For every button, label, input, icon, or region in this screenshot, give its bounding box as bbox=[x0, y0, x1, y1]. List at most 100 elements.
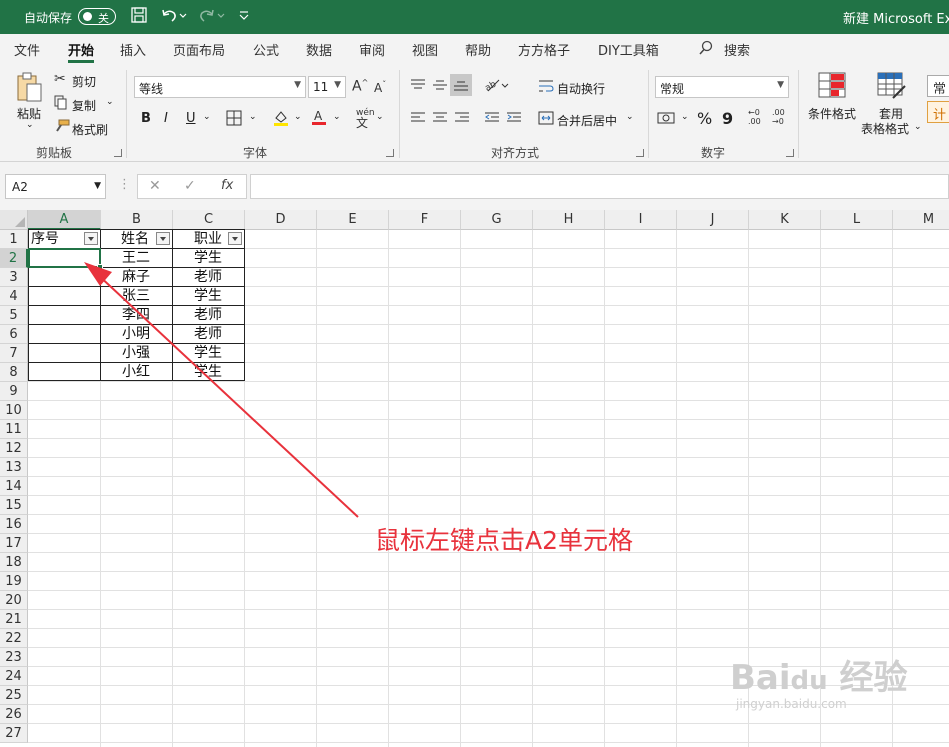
borders-icon[interactable] bbox=[226, 110, 242, 130]
format-painter-button[interactable]: 格式刷 bbox=[72, 121, 108, 138]
tab-formulas[interactable]: 公式 bbox=[253, 40, 279, 59]
worksheet-grid[interactable]: A B C D E F G H I J K L M 1 2 3 4 5 6 7 … bbox=[0, 210, 949, 747]
decrease-indent-icon[interactable] bbox=[484, 111, 500, 129]
increase-decimal-icon[interactable]: ←0.00 bbox=[748, 108, 761, 126]
name-box-value: A2 bbox=[12, 180, 28, 194]
enter-icon[interactable]: ✓ bbox=[184, 178, 196, 194]
format-as-table-icon[interactable] bbox=[877, 72, 907, 104]
align-left-icon[interactable] bbox=[410, 111, 426, 129]
phonetic-guide-icon[interactable]: wén 文 bbox=[356, 108, 375, 130]
cell-style-calculation[interactable]: 计 bbox=[927, 101, 949, 123]
format-as-table-label-2[interactable]: 表格格式 bbox=[861, 120, 909, 137]
tab-help[interactable]: 帮助 bbox=[465, 40, 491, 59]
conditional-format-icon[interactable] bbox=[818, 72, 846, 102]
decrease-font-icon[interactable]: Aˇ bbox=[374, 80, 386, 95]
currency-dropdown-icon[interactable]: ⌄ bbox=[681, 112, 689, 122]
cell-style-normal[interactable]: 常 bbox=[927, 75, 949, 97]
orientation-icon[interactable]: ab bbox=[483, 76, 510, 98]
autosave-toggle[interactable]: 关 bbox=[78, 8, 116, 25]
wrap-text-icon[interactable] bbox=[538, 78, 554, 98]
align-center-icon[interactable] bbox=[432, 111, 448, 129]
underline-button[interactable]: U bbox=[186, 111, 196, 126]
group-separator bbox=[126, 70, 127, 158]
tab-data[interactable]: 数据 bbox=[306, 40, 332, 59]
ribbon-tabs: 文件 开始 插入 页面布局 公式 数据 审阅 视图 帮助 方方格子 DIY工具箱… bbox=[0, 34, 949, 64]
insert-function-icon[interactable]: fx bbox=[221, 178, 233, 193]
number-group-label: 数字 bbox=[701, 146, 726, 160]
customize-quick-access-icon[interactable] bbox=[238, 6, 250, 28]
chevron-down-icon: ▼ bbox=[777, 80, 784, 90]
alignment-group-label: 对齐方式 bbox=[491, 146, 540, 160]
font-color-dropdown-icon[interactable]: ⌄ bbox=[333, 112, 341, 122]
bold-button[interactable]: B bbox=[141, 111, 151, 126]
format-as-table-dropdown-icon[interactable]: ⌄ bbox=[914, 122, 922, 132]
decrease-decimal-icon[interactable]: .00 →0 bbox=[772, 108, 785, 126]
undo-icon[interactable] bbox=[160, 6, 188, 28]
increase-font-icon[interactable]: A^ bbox=[352, 78, 368, 95]
search-label[interactable]: 搜索 bbox=[724, 40, 750, 59]
format-painter-icon[interactable] bbox=[54, 119, 70, 137]
redo-icon[interactable] bbox=[198, 6, 226, 28]
svg-text:A: A bbox=[314, 109, 323, 123]
tab-home[interactable]: 开始 bbox=[68, 40, 94, 59]
borders-dropdown-icon[interactable]: ⌄ bbox=[249, 112, 257, 122]
toggle-dot bbox=[83, 12, 92, 21]
align-top-icon[interactable] bbox=[410, 78, 426, 96]
paste-icon[interactable] bbox=[15, 72, 45, 108]
font-color-icon[interactable]: A bbox=[310, 108, 328, 130]
percent-button[interactable]: % bbox=[697, 109, 712, 128]
annotation-text: 鼠标左键点击A2单元格 bbox=[375, 526, 634, 555]
fill-color-icon[interactable] bbox=[272, 109, 290, 131]
drag-handle-icon[interactable]: ⋮ bbox=[118, 177, 131, 192]
tab-fangfang[interactable]: 方方格子 bbox=[518, 40, 570, 59]
formula-input[interactable] bbox=[250, 174, 949, 199]
cut-button[interactable]: 剪切 bbox=[72, 73, 96, 90]
save-icon[interactable] bbox=[130, 6, 148, 28]
cancel-icon[interactable]: ✕ bbox=[149, 178, 161, 194]
conditional-format-button[interactable]: 条件格式 bbox=[808, 105, 856, 122]
tab-page-layout[interactable]: 页面布局 bbox=[173, 40, 225, 59]
increase-indent-icon[interactable] bbox=[506, 111, 522, 129]
clipboard-dialog-launcher-icon[interactable] bbox=[114, 149, 122, 157]
paste-dropdown-icon[interactable]: ⌄ bbox=[26, 120, 34, 130]
tab-view[interactable]: 视图 bbox=[412, 40, 438, 59]
merge-dropdown-icon[interactable]: ⌄ bbox=[626, 112, 634, 122]
chevron-down-icon: ▼ bbox=[94, 181, 101, 191]
copy-dropdown-icon[interactable]: ⌄ bbox=[106, 97, 114, 107]
comma-button[interactable]: 9 bbox=[722, 109, 733, 128]
tab-diy-toolbox[interactable]: DIY工具箱 bbox=[598, 40, 659, 59]
currency-icon[interactable] bbox=[657, 111, 677, 129]
cut-icon[interactable]: ✂ bbox=[54, 71, 66, 87]
font-size-combo[interactable]: 11 ▼ bbox=[308, 76, 346, 98]
svg-text:ab: ab bbox=[484, 79, 498, 93]
title-bar: 自动保存 关 新建 Microsoft Exc bbox=[0, 0, 949, 34]
search-icon[interactable] bbox=[698, 40, 714, 60]
autosave-state: 关 bbox=[98, 12, 109, 25]
merge-center-icon[interactable] bbox=[538, 111, 554, 129]
alignment-dialog-launcher-icon[interactable] bbox=[636, 149, 644, 157]
font-dialog-launcher-icon[interactable] bbox=[386, 149, 394, 157]
chevron-down-icon: ▼ bbox=[334, 80, 341, 90]
tab-file[interactable]: 文件 bbox=[14, 40, 40, 59]
align-right-icon[interactable] bbox=[454, 111, 470, 129]
tab-insert[interactable]: 插入 bbox=[120, 40, 146, 59]
tab-review[interactable]: 审阅 bbox=[359, 40, 385, 59]
underline-dropdown-icon[interactable]: ⌄ bbox=[203, 112, 211, 122]
number-format-combo[interactable]: 常规 ▼ bbox=[655, 76, 789, 98]
name-box[interactable]: A2 ▼ bbox=[5, 174, 106, 199]
copy-icon[interactable] bbox=[54, 95, 68, 115]
align-middle-icon[interactable] bbox=[432, 78, 448, 96]
window-title: 新建 Microsoft Exc bbox=[843, 12, 949, 27]
align-bottom-icon[interactable] bbox=[450, 74, 472, 96]
ribbon: 粘贴 ⌄ ✂ 剪切 复制 ⌄ 格式刷 剪贴板 等线 ▼ 11 ▼ A^ Aˇ B… bbox=[0, 64, 949, 162]
wrap-text-button[interactable]: 自动换行 bbox=[557, 80, 605, 97]
copy-button[interactable]: 复制 bbox=[72, 97, 96, 114]
number-dialog-launcher-icon[interactable] bbox=[786, 149, 794, 157]
merge-center-button[interactable]: 合并后居中 bbox=[557, 112, 617, 129]
font-name-combo[interactable]: 等线 ▼ bbox=[134, 76, 306, 98]
italic-button[interactable]: I bbox=[164, 111, 168, 126]
fill-color-dropdown-icon[interactable]: ⌄ bbox=[294, 112, 302, 122]
font-group-label: 字体 bbox=[243, 146, 268, 160]
font-size-value: 11 bbox=[313, 80, 329, 94]
phonetic-dropdown-icon[interactable]: ⌄ bbox=[376, 112, 384, 122]
